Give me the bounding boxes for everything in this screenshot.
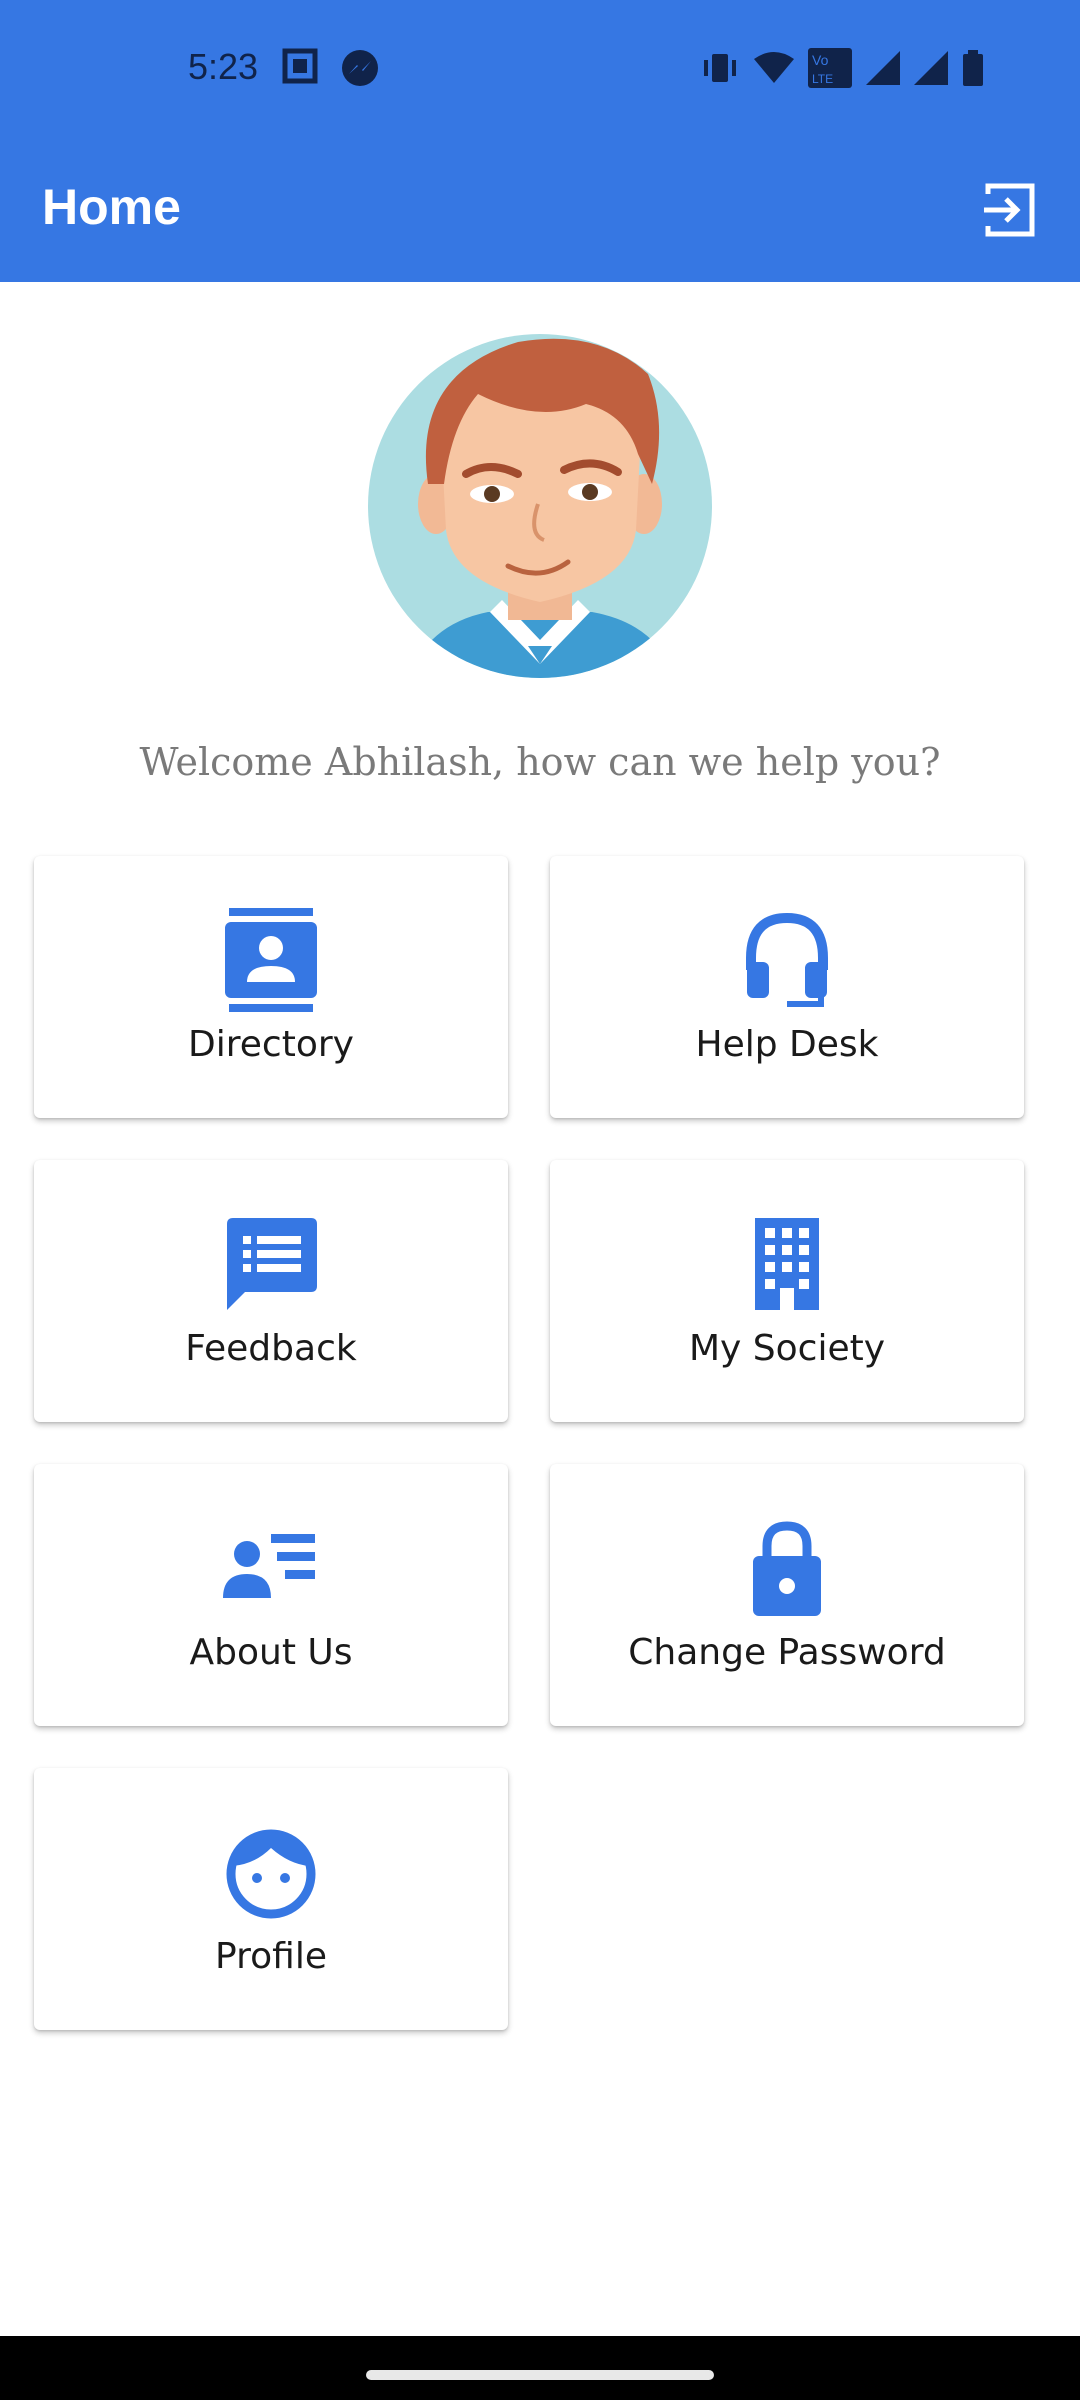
my-society-label: My Society — [688, 1328, 886, 1369]
feedback-icon — [227, 1218, 317, 1310]
person-list-icon — [223, 1534, 315, 1598]
battery-icon — [963, 50, 983, 86]
messenger-icon — [342, 50, 378, 86]
my-society-card[interactable]: My Society — [550, 1160, 1024, 1422]
about-us-label: About Us — [189, 1632, 353, 1673]
face-icon — [226, 1829, 316, 1919]
navigation-bar — [0, 2336, 1080, 2400]
help-desk-card[interactable]: Help Desk — [550, 856, 1024, 1118]
welcome-message: Welcome Abhilash, how can we help you? — [139, 740, 941, 784]
about-us-card[interactable]: About Us — [34, 1464, 508, 1726]
help-desk-label: Help Desk — [695, 1024, 879, 1065]
signal-icon — [866, 51, 900, 85]
avatar — [368, 334, 712, 678]
feedback-card[interactable]: Feedback — [34, 1160, 508, 1422]
profile-label: Profile — [215, 1936, 327, 1977]
svg-text:LTE: LTE — [812, 72, 833, 86]
building-icon — [755, 1218, 819, 1310]
headset-icon — [746, 912, 828, 1007]
profile-card[interactable]: Profile — [34, 1768, 508, 2030]
logout-button[interactable] — [980, 180, 1040, 240]
signal-icon — [914, 51, 948, 85]
svg-text:Vo: Vo — [812, 52, 829, 68]
volte-icon: Vo LTE — [808, 48, 852, 88]
wifi-icon — [754, 52, 794, 83]
logout-icon — [984, 183, 1035, 237]
home-gesture-handle[interactable] — [366, 2370, 714, 2380]
change-password-card[interactable]: Change Password — [550, 1464, 1024, 1726]
directory-label: Directory — [188, 1024, 354, 1065]
app-header: 5:23 Vo LTE Home — [0, 0, 1080, 282]
change-password-label: Change Password — [628, 1632, 946, 1673]
avatar-illustration — [368, 334, 712, 678]
status-time: 5:23 — [188, 46, 259, 87]
feedback-label: Feedback — [185, 1328, 357, 1369]
contact-card-icon — [225, 908, 317, 1012]
status-bar: 5:23 Vo LTE — [0, 0, 1080, 130]
directory-card[interactable]: Directory — [34, 856, 508, 1118]
screenshot-icon — [282, 48, 318, 84]
page-title: Home — [42, 179, 181, 235]
vibrate-icon — [704, 54, 736, 82]
lock-icon — [753, 1521, 821, 1616]
